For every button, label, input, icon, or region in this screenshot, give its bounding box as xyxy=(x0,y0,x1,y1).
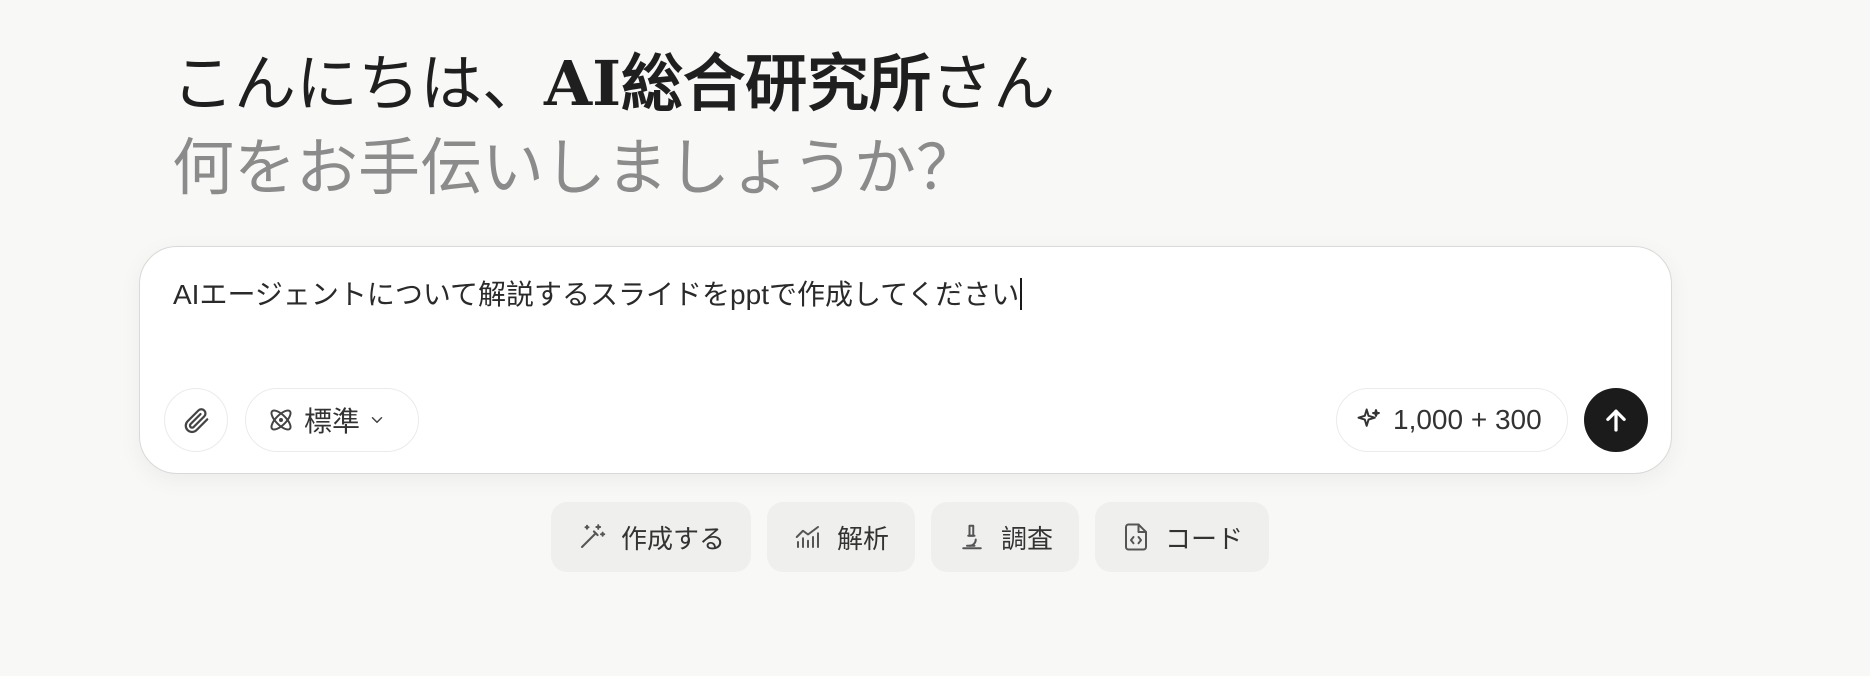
greeting-user-name: AI総合研究所 xyxy=(544,47,932,120)
quick-action-label: 調査 xyxy=(1001,523,1054,554)
mode-selector-label: 標準 xyxy=(304,406,361,437)
sparkle-icon xyxy=(1355,406,1383,434)
chevron-down-icon xyxy=(368,411,386,429)
arrow-up-icon xyxy=(1601,405,1631,435)
quick-action-create[interactable]: 作成する xyxy=(551,502,752,572)
credits-label: 1,000 + 300 xyxy=(1393,404,1542,435)
atom-icon xyxy=(266,405,296,435)
greeting-suffix: さん xyxy=(931,47,1056,120)
prompt-composer: AIエージェントについて解説するスライドをpptで作成してください 標準 1,0… xyxy=(139,246,1672,474)
microscope-icon xyxy=(957,522,987,552)
magic-wand-icon xyxy=(577,522,607,552)
greeting-title: こんにちは、AI総合研究所さん xyxy=(172,44,1055,124)
prompt-input-value: AIエージェントについて解説するスライドをpptで作成してください xyxy=(173,279,1020,310)
greeting-prefix: こんにちは、 xyxy=(172,47,545,120)
code-file-icon xyxy=(1121,522,1151,552)
quick-action-label: 解析 xyxy=(837,523,890,554)
bar-chart-icon xyxy=(793,522,823,552)
quick-action-code[interactable]: コード xyxy=(1095,502,1270,572)
paperclip-icon xyxy=(181,405,211,435)
quick-action-research[interactable]: 調査 xyxy=(931,502,1080,572)
quick-action-analyze[interactable]: 解析 xyxy=(767,502,916,572)
send-button[interactable] xyxy=(1584,388,1648,452)
quick-action-label: コード xyxy=(1165,523,1244,554)
credits-indicator[interactable]: 1,000 + 300 xyxy=(1336,388,1568,452)
quick-action-label: 作成する xyxy=(621,523,726,554)
attach-file-button[interactable] xyxy=(164,388,228,452)
prompt-input[interactable]: AIエージェントについて解説するスライドをpptで作成してください xyxy=(173,277,1023,313)
mode-selector[interactable]: 標準 xyxy=(245,388,419,452)
quick-actions: 作成する 解析 調査 コード xyxy=(551,502,1270,572)
greeting-subtitle: 何をお手伝いしましょうか？ xyxy=(172,131,979,204)
text-caret xyxy=(1020,278,1023,310)
